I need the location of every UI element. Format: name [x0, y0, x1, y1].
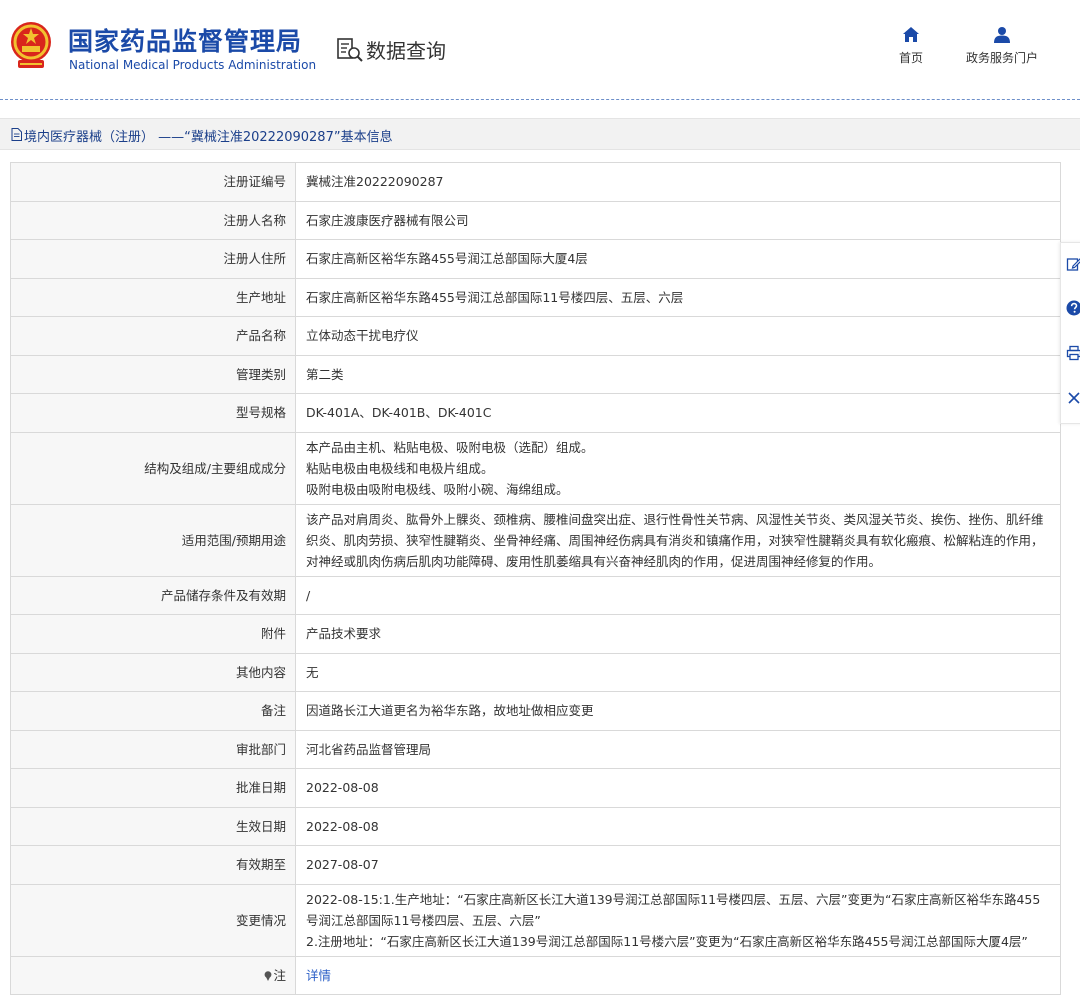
edit-icon[interactable] — [1066, 256, 1080, 272]
nav-home[interactable]: 首页 — [894, 26, 928, 66]
national-emblem-icon — [8, 20, 54, 72]
document-icon — [11, 128, 22, 141]
data-query-title: 数据查询 — [336, 34, 446, 64]
field-label: 备注 — [11, 692, 296, 731]
field-label: 产品名称 — [11, 317, 296, 356]
field-value: 2022-08-08 — [296, 769, 1061, 808]
field-label: 变更情况 — [11, 884, 296, 956]
registration-info-table: 注册证编号 冀械注准20222090287 注册人名称 石家庄渡康医疗器械有限公… — [10, 162, 1061, 995]
field-value: 本产品由主机、粘贴电极、吸附电极（选配）组成。 粘贴电极由电极线和电极片组成。 … — [296, 432, 1061, 504]
field-label: 其他内容 — [11, 653, 296, 692]
side-toolbar — [1060, 242, 1080, 424]
data-query-label: 数据查询 — [366, 35, 446, 64]
field-value: 2022-08-08 — [296, 807, 1061, 846]
nav-gov-portal[interactable]: 政务服务门户 — [960, 26, 1044, 66]
note-label-text: 注 — [273, 968, 286, 983]
table-row: 产品名称 立体动态干扰电疗仪 — [11, 317, 1061, 356]
table-row-note: 注 详情 — [11, 956, 1061, 995]
pin-icon — [264, 971, 272, 981]
field-value: 石家庄高新区裕华东路455号润江总部国际11号楼四层、五层、六层 — [296, 278, 1061, 317]
table-row: 有效期至 2027-08-07 — [11, 846, 1061, 885]
field-label: 生效日期 — [11, 807, 296, 846]
field-label: 有效期至 — [11, 846, 296, 885]
field-value-line: 本产品由主机、粘贴电极、吸附电极（选配）组成。 — [306, 437, 1050, 458]
field-value: 产品技术要求 — [296, 615, 1061, 654]
data-query-icon — [336, 35, 364, 63]
header-divider — [0, 99, 1080, 100]
field-label: 结构及组成/主要组成成分 — [11, 432, 296, 504]
print-icon[interactable] — [1066, 345, 1080, 361]
table-row: 批准日期 2022-08-08 — [11, 769, 1061, 808]
table-row: 附件 产品技术要求 — [11, 615, 1061, 654]
field-label: 适用范围/预期用途 — [11, 504, 296, 576]
table-row: 备注 因道路长江大道更名为裕华东路，故地址做相应变更 — [11, 692, 1061, 731]
table-row: 其他内容 无 — [11, 653, 1061, 692]
field-value: DK-401A、DK-401B、DK-401C — [296, 394, 1061, 433]
details-link[interactable]: 详情 — [306, 968, 331, 983]
field-value: / — [296, 576, 1061, 615]
field-value: 无 — [296, 653, 1061, 692]
field-value: 该产品对肩周炎、肱骨外上髁炎、颈椎病、腰椎间盘突出症、退行性骨性关节病、风湿性关… — [296, 504, 1061, 576]
table-row: 审批部门 河北省药品监督管理局 — [11, 730, 1061, 769]
field-value: 石家庄高新区裕华东路455号润江总部国际大厦4层 — [296, 240, 1061, 279]
field-value: 第二类 — [296, 355, 1061, 394]
field-value: 石家庄渡康医疗器械有限公司 — [296, 201, 1061, 240]
help-icon[interactable] — [1066, 300, 1080, 316]
field-label: 注册证编号 — [11, 163, 296, 202]
table-row: 注册人住所 石家庄高新区裕华东路455号润江总部国际大厦4层 — [11, 240, 1061, 279]
table-row: 变更情况 2022-08-15:1.生产地址：“石家庄高新区长江大道139号润江… — [11, 884, 1061, 956]
field-label: 审批部门 — [11, 730, 296, 769]
field-value: 因道路长江大道更名为裕华东路，故地址做相应变更 — [296, 692, 1061, 731]
note-label: 注 — [11, 956, 296, 995]
field-label: 生产地址 — [11, 278, 296, 317]
field-value: 冀械注准20222090287 — [296, 163, 1061, 202]
field-value: 2027-08-07 — [296, 846, 1061, 885]
table-row: 产品储存条件及有效期 / — [11, 576, 1061, 615]
table-row: 生产地址 石家庄高新区裕华东路455号润江总部国际11号楼四层、五层、六层 — [11, 278, 1061, 317]
site-logo-cn[interactable]: 国家药品监督管理局 — [68, 22, 302, 58]
table-row: 型号规格 DK-401A、DK-401B、DK-401C — [11, 394, 1061, 433]
user-icon — [993, 26, 1011, 43]
field-value-line: 粘贴电极由电极线和电极片组成。 — [306, 458, 1050, 479]
field-label: 型号规格 — [11, 394, 296, 433]
site-header: 国家药品监督管理局 National Medical Products Admi… — [0, 0, 1080, 100]
field-value: 2022-08-15:1.生产地址：“石家庄高新区长江大道139号润江总部国际1… — [296, 884, 1061, 956]
field-label: 注册人名称 — [11, 201, 296, 240]
field-label: 附件 — [11, 615, 296, 654]
nav-gov-portal-label: 政务服务门户 — [966, 51, 1038, 65]
page-title-bar: 境内医疗器械（注册） ——“冀械注准20222090287”基本信息 — [0, 118, 1080, 150]
field-label: 产品储存条件及有效期 — [11, 576, 296, 615]
field-value: 河北省药品监督管理局 — [296, 730, 1061, 769]
field-value-line: 2.注册地址：“石家庄高新区长江大道139号润江总部国际11号楼六层”变更为“石… — [306, 931, 1050, 952]
field-value: 立体动态干扰电疗仪 — [296, 317, 1061, 356]
close-icon[interactable] — [1066, 390, 1080, 406]
table-row: 结构及组成/主要组成成分 本产品由主机、粘贴电极、吸附电极（选配）组成。 粘贴电… — [11, 432, 1061, 504]
home-icon — [902, 26, 920, 43]
site-logo-en[interactable]: National Medical Products Administration — [69, 58, 316, 72]
field-value-line: 2022-08-15:1.生产地址：“石家庄高新区长江大道139号润江总部国际1… — [306, 889, 1050, 931]
table-row: 管理类别 第二类 — [11, 355, 1061, 394]
table-row: 注册人名称 石家庄渡康医疗器械有限公司 — [11, 201, 1061, 240]
table-row: 生效日期 2022-08-08 — [11, 807, 1061, 846]
field-label: 注册人住所 — [11, 240, 296, 279]
note-value: 详情 — [296, 956, 1061, 995]
field-label: 管理类别 — [11, 355, 296, 394]
field-label: 批准日期 — [11, 769, 296, 808]
nav-home-label: 首页 — [899, 51, 923, 65]
field-value-line: 吸附电极由吸附电极线、吸附小碗、海绵组成。 — [306, 479, 1050, 500]
table-row: 注册证编号 冀械注准20222090287 — [11, 163, 1061, 202]
table-row: 适用范围/预期用途 该产品对肩周炎、肱骨外上髁炎、颈椎病、腰椎间盘突出症、退行性… — [11, 504, 1061, 576]
page-title: 境内医疗器械（注册） ——“冀械注准20222090287”基本信息 — [24, 126, 393, 145]
